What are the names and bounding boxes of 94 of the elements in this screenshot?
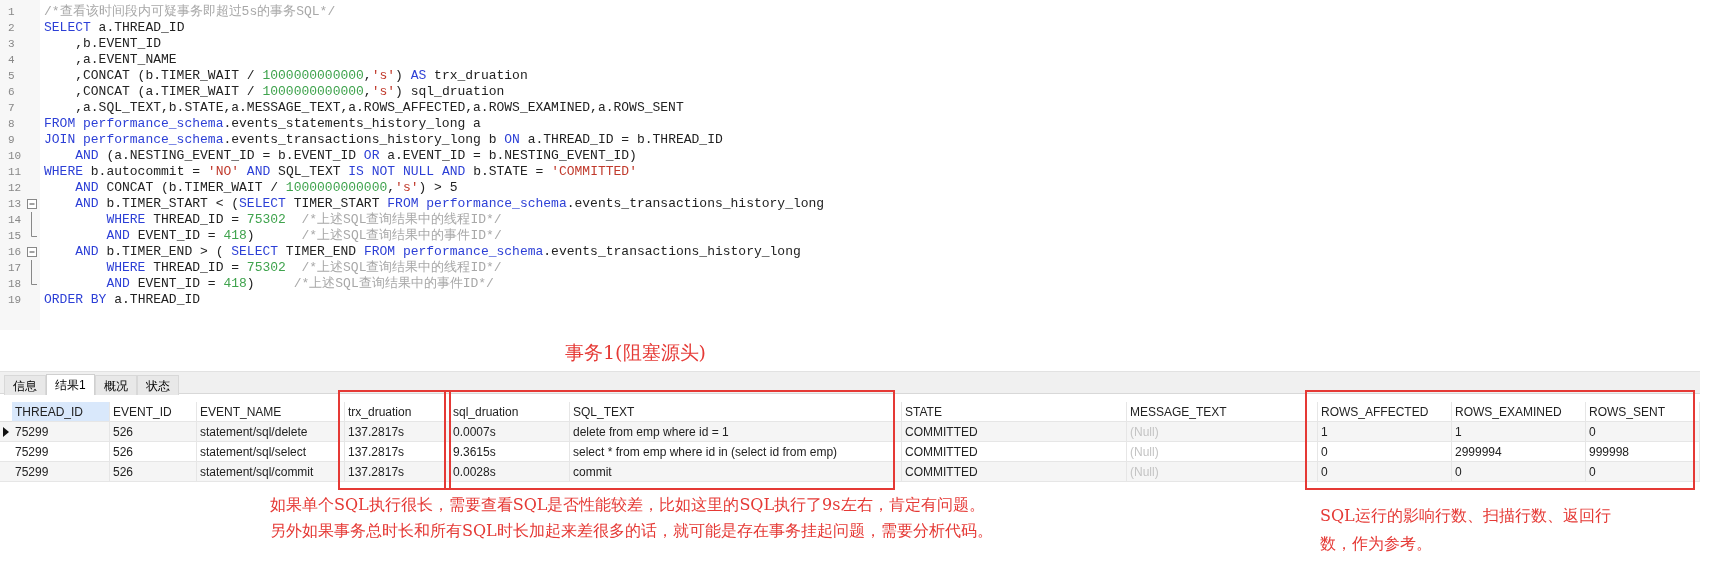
code-line: ,CONCAT (a.TIMER_WAIT / 1000000000000,'s') sql_druation xyxy=(74,84,506,100)
table-cell: COMMITTED xyxy=(902,442,1127,462)
fold-line-icon xyxy=(31,212,32,228)
code-line: FROM performance_schema.events_statements_history_long a xyxy=(44,116,482,132)
annotation-text: 如果单个SQL执行很长，需要查看SQL是否性能较差，比如这里的SQL执行了9s左右，肯定有问题。 xyxy=(270,494,986,516)
table-cell: 137.2817s xyxy=(345,462,450,482)
collapse-icon[interactable] xyxy=(27,199,37,209)
tab[interactable]: 结果1 xyxy=(46,374,95,395)
table-cell: select * from emp where id in (select id from emp) xyxy=(570,442,902,462)
line-number: 16 xyxy=(7,244,23,260)
code-line: ORDER BY a.THREAD_ID xyxy=(44,292,202,308)
code-line: AND (a.NESTING_EVENT_ID = b.EVENT_ID OR a.EVENT_ID = b.NESTING_EVENT_ID) xyxy=(74,148,638,164)
code-line: WHERE THREAD_ID = 75302 /*上述SQL查询结果中的线程ID*/ xyxy=(105,212,503,228)
table-cell: statement/sql/commit xyxy=(197,462,345,482)
column-header[interactable]: MESSAGE_TEXT xyxy=(1127,402,1318,422)
code-line: WHERE b.autocommit = 'NO' AND SQL_TEXT IS NOT NULL AND b.STATE = 'COMMITTED' xyxy=(44,164,638,180)
code-line: AND b.TIMER_END > ( SELECT TIMER_END FROM performance_schema.events_transactions_history_long xyxy=(74,244,802,260)
line-number: 14 xyxy=(7,212,23,228)
code-line: AND EVENT_ID = 418) /*上述SQL查询结果中的事件ID*/ xyxy=(105,276,495,292)
fold-end-icon xyxy=(31,228,37,237)
table-cell: 9.3615s xyxy=(450,442,570,462)
line-number: 19 xyxy=(7,292,23,308)
line-number: 18 xyxy=(7,276,23,292)
code-line: JOIN performance_schema.events_transactions_history_long b ON a.THREAD_ID = b.THREAD_ID xyxy=(44,132,724,148)
code-line: /*查看该时间段内可疑事务即超过5s的事务SQL*/ xyxy=(44,4,337,20)
annotation-text: 另外如果事务总时长和所有SQL时长加起来差很多的话，就可能是存在事务挂起问题，需要分析代码。 xyxy=(270,520,994,542)
table-cell: 0 xyxy=(1586,422,1700,442)
tab[interactable]: 信息 xyxy=(4,375,46,395)
column-header[interactable]: STATE xyxy=(902,402,1127,422)
line-number: 13 xyxy=(7,196,23,212)
column-header[interactable]: sql_druation xyxy=(450,402,570,422)
table-cell: 75299 xyxy=(12,442,110,462)
line-number: 3 xyxy=(7,36,16,52)
table-cell: 999998 xyxy=(1586,442,1700,462)
line-number: 9 xyxy=(7,132,16,148)
code-line: AND CONCAT (b.TIMER_WAIT / 1000000000000,'s') > 5 xyxy=(74,180,459,196)
line-number: 11 xyxy=(7,164,23,180)
row-header[interactable] xyxy=(0,422,12,442)
table-cell: COMMITTED xyxy=(902,422,1127,442)
code-line: SELECT a.THREAD_ID xyxy=(44,20,186,36)
table-cell: statement/sql/select xyxy=(197,442,345,462)
table-cell: 0.0007s xyxy=(450,422,570,442)
line-number: 2 xyxy=(7,20,16,36)
column-header[interactable]: THREAD_ID xyxy=(12,402,110,422)
table-cell: statement/sql/delete xyxy=(197,422,345,442)
code-line: WHERE THREAD_ID = 75302 /*上述SQL查询结果中的线程ID*/ xyxy=(105,260,503,276)
column-header[interactable]: SQL_TEXT xyxy=(570,402,902,422)
column-header[interactable]: ROWS_EXAMINED xyxy=(1452,402,1586,422)
code-line: ,CONCAT (b.TIMER_WAIT / 1000000000000,'s') AS trx_druation xyxy=(74,68,529,84)
column-header[interactable]: ROWS_AFFECTED xyxy=(1318,402,1452,422)
table-cell: 0 xyxy=(1318,442,1452,462)
line-number: 17 xyxy=(7,260,23,276)
table-cell: 137.2817s xyxy=(345,422,450,442)
code-line: ,b.EVENT_ID xyxy=(74,36,163,52)
line-number: 6 xyxy=(7,84,16,100)
tab[interactable]: 状态 xyxy=(136,375,179,395)
table-cell: 2999994 xyxy=(1452,442,1586,462)
table-cell: 0 xyxy=(1318,462,1452,482)
current-row-icon xyxy=(3,426,9,437)
fold-line-icon xyxy=(31,260,32,276)
code-line: AND b.TIMER_START < (SELECT TIMER_START FROM performance_schema.events_transactions_history_long xyxy=(74,196,825,212)
line-number: 15 xyxy=(7,228,23,244)
table-cell: 526 xyxy=(110,422,197,442)
tab[interactable]: 概况 xyxy=(94,375,137,395)
table-cell: commit xyxy=(570,462,902,482)
table-cell: 1 xyxy=(1452,422,1586,442)
table-cell: 75299 xyxy=(12,422,110,442)
code-line: ,a.SQL_TEXT,b.STATE,a.MESSAGE_TEXT,a.ROWS_AFFECTED,a.ROWS_EXAMINED,a.ROWS_SENT xyxy=(74,100,685,116)
column-header[interactable]: ROWS_SENT xyxy=(1586,402,1700,422)
fold-end-icon xyxy=(31,276,37,285)
line-number: 10 xyxy=(7,148,23,164)
table-cell: 526 xyxy=(110,442,197,462)
line-number: 4 xyxy=(7,52,16,68)
result-title: 事务1(阻塞源头) xyxy=(565,340,706,365)
table-cell: 75299 xyxy=(12,462,110,482)
line-number: 8 xyxy=(7,116,16,132)
table-cell: 1 xyxy=(1318,422,1452,442)
table-cell: (Null) xyxy=(1127,442,1318,462)
table-cell: COMMITTED xyxy=(902,462,1127,482)
table-cell: 526 xyxy=(110,462,197,482)
table-cell: 0 xyxy=(1452,462,1586,482)
annotation-text: SQL运行的影响行数、扫描行数、返回行数，作为参考。 xyxy=(1320,505,1612,555)
line-number: 12 xyxy=(7,180,23,196)
code-line: ,a.EVENT_NAME xyxy=(74,52,178,68)
column-header[interactable]: EVENT_NAME xyxy=(197,402,345,422)
code-line: AND EVENT_ID = 418) /*上述SQL查询结果中的事件ID*/ xyxy=(105,228,503,244)
table-cell: 0 xyxy=(1586,462,1700,482)
table-cell: 0.0028s xyxy=(450,462,570,482)
column-header[interactable]: EVENT_ID xyxy=(110,402,197,422)
collapse-icon[interactable] xyxy=(27,247,37,257)
line-number: 7 xyxy=(7,100,16,116)
table-cell: delete from emp where id = 1 xyxy=(570,422,902,442)
line-number: 5 xyxy=(7,68,16,84)
line-number: 1 xyxy=(7,4,16,20)
